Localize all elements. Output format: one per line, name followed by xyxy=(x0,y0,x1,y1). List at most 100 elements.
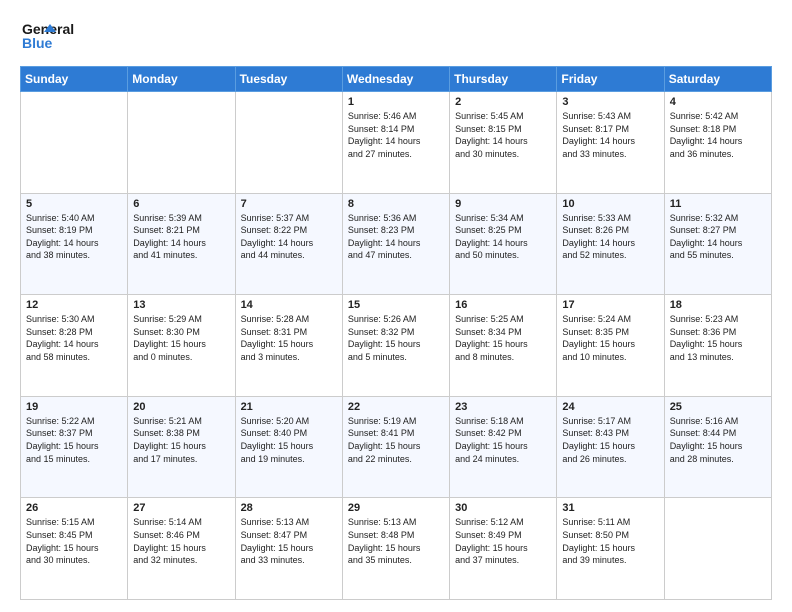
day-number: 29 xyxy=(348,502,444,514)
day-info: Sunrise: 5:24 AM Sunset: 8:35 PM Dayligh… xyxy=(562,313,658,363)
calendar-cell: 27 Sunrise: 5:14 AM Sunset: 8:46 PM Dayli… xyxy=(128,498,235,600)
day-of-week-header: Monday xyxy=(128,67,235,92)
day-number: 24 xyxy=(562,401,658,413)
day-number: 20 xyxy=(133,401,229,413)
calendar-cell: 18 Sunrise: 5:23 AM Sunset: 8:36 PM Dayli… xyxy=(664,295,771,397)
day-info: Sunrise: 5:16 AM Sunset: 8:44 PM Dayligh… xyxy=(670,415,766,465)
calendar-week-row: 5 Sunrise: 5:40 AM Sunset: 8:19 PM Daylig… xyxy=(21,193,772,295)
calendar-cell: 16 Sunrise: 5:25 AM Sunset: 8:34 PM Dayli… xyxy=(450,295,557,397)
day-info: Sunrise: 5:18 AM Sunset: 8:42 PM Dayligh… xyxy=(455,415,551,465)
calendar-cell: 5 Sunrise: 5:40 AM Sunset: 8:19 PM Daylig… xyxy=(21,193,128,295)
day-number: 18 xyxy=(670,299,766,311)
day-number: 4 xyxy=(670,96,766,108)
calendar-cell: 25Sunrise: 5:16 AM Sunset: 8:44 PM Dayli… xyxy=(664,396,771,498)
day-of-week-header: Sunday xyxy=(21,67,128,92)
calendar-cell: 24 Sunrise: 5:17 AM Sunset: 8:43 PM Dayli… xyxy=(557,396,664,498)
day-number: 13 xyxy=(133,299,229,311)
day-number: 26 xyxy=(26,502,122,514)
day-number: 3 xyxy=(562,96,658,108)
calendar-cell: 21 Sunrise: 5:20 AM Sunset: 8:40 PM Dayli… xyxy=(235,396,342,498)
calendar-cell: 3 Sunrise: 5:43 AM Sunset: 8:17 PM Daylig… xyxy=(557,92,664,194)
calendar-cell: 8 Sunrise: 5:36 AM Sunset: 8:23 PM Daylig… xyxy=(342,193,449,295)
calendar-week-row: 1 Sunrise: 5:46 AM Sunset: 8:14 PM Daylig… xyxy=(21,92,772,194)
day-number: 5 xyxy=(26,198,122,210)
day-number: 11 xyxy=(670,198,766,210)
day-info: Sunrise: 5:43 AM Sunset: 8:17 PM Dayligh… xyxy=(562,110,658,160)
day-info: Sunrise: 5:36 AM Sunset: 8:23 PM Dayligh… xyxy=(348,212,444,262)
day-info: Sunrise: 5:13 AM Sunset: 8:48 PM Dayligh… xyxy=(348,516,444,566)
calendar-cell xyxy=(664,498,771,600)
day-number: 16 xyxy=(455,299,551,311)
calendar-cell: 20 Sunrise: 5:21 AM Sunset: 8:38 PM Dayli… xyxy=(128,396,235,498)
day-of-week-header: Saturday xyxy=(664,67,771,92)
day-info: Sunrise: 5:14 AM Sunset: 8:46 PM Dayligh… xyxy=(133,516,229,566)
calendar-cell xyxy=(235,92,342,194)
day-number: 12 xyxy=(26,299,122,311)
day-number: 7 xyxy=(241,198,337,210)
calendar-cell: 17 Sunrise: 5:24 AM Sunset: 8:35 PM Dayli… xyxy=(557,295,664,397)
page: General Blue SundayMondayTuesdayWednesda… xyxy=(0,0,792,612)
calendar-cell: 2 Sunrise: 5:45 AM Sunset: 8:15 PM Daylig… xyxy=(450,92,557,194)
day-of-week-header: Thursday xyxy=(450,67,557,92)
day-info: Sunrise: 5:37 AM Sunset: 8:22 PM Dayligh… xyxy=(241,212,337,262)
calendar-cell: 14Sunrise: 5:28 AM Sunset: 8:31 PM Dayli… xyxy=(235,295,342,397)
calendar-header-row: SundayMondayTuesdayWednesdayThursdayFrid… xyxy=(21,67,772,92)
calendar-cell: 22 Sunrise: 5:19 AM Sunset: 8:41 PM Dayli… xyxy=(342,396,449,498)
day-info: Sunrise: 5:20 AM Sunset: 8:40 PM Dayligh… xyxy=(241,415,337,465)
day-info: Sunrise: 5:17 AM Sunset: 8:43 PM Dayligh… xyxy=(562,415,658,465)
day-number: 22 xyxy=(348,401,444,413)
calendar-cell: 19 Sunrise: 5:22 AM Sunset: 8:37 PM Dayli… xyxy=(21,396,128,498)
day-info: Sunrise: 5:12 AM Sunset: 8:49 PM Dayligh… xyxy=(455,516,551,566)
calendar-week-row: 19 Sunrise: 5:22 AM Sunset: 8:37 PM Dayli… xyxy=(21,396,772,498)
calendar-cell: 12 Sunrise: 5:30 AM Sunset: 8:28 PM Dayli… xyxy=(21,295,128,397)
day-number: 1 xyxy=(348,96,444,108)
calendar-cell: 7 Sunrise: 5:37 AM Sunset: 8:22 PM Daylig… xyxy=(235,193,342,295)
calendar-week-row: 12 Sunrise: 5:30 AM Sunset: 8:28 PM Dayli… xyxy=(21,295,772,397)
day-info: Sunrise: 5:29 AM Sunset: 8:30 PM Dayligh… xyxy=(133,313,229,363)
day-info: Sunrise: 5:40 AM Sunset: 8:19 PM Dayligh… xyxy=(26,212,122,262)
day-number: 8 xyxy=(348,198,444,210)
calendar-cell: 26 Sunrise: 5:15 AM Sunset: 8:45 PM Dayli… xyxy=(21,498,128,600)
day-info: Sunrise: 5:13 AM Sunset: 8:47 PM Dayligh… xyxy=(241,516,337,566)
day-info: Sunrise: 5:45 AM Sunset: 8:15 PM Dayligh… xyxy=(455,110,551,160)
day-info: Sunrise: 5:15 AM Sunset: 8:45 PM Dayligh… xyxy=(26,516,122,566)
calendar-cell: 31Sunrise: 5:11 AM Sunset: 8:50 PM Dayli… xyxy=(557,498,664,600)
day-info: Sunrise: 5:22 AM Sunset: 8:37 PM Dayligh… xyxy=(26,415,122,465)
day-of-week-header: Tuesday xyxy=(235,67,342,92)
calendar-table: SundayMondayTuesdayWednesdayThursdayFrid… xyxy=(20,66,772,600)
day-info: Sunrise: 5:42 AM Sunset: 8:18 PM Dayligh… xyxy=(670,110,766,160)
day-info: Sunrise: 5:39 AM Sunset: 8:21 PM Dayligh… xyxy=(133,212,229,262)
day-info: Sunrise: 5:28 AM Sunset: 8:31 PM Dayligh… xyxy=(241,313,337,363)
calendar-cell: 9 Sunrise: 5:34 AM Sunset: 8:25 PM Daylig… xyxy=(450,193,557,295)
calendar-cell: 1 Sunrise: 5:46 AM Sunset: 8:14 PM Daylig… xyxy=(342,92,449,194)
day-number: 30 xyxy=(455,502,551,514)
calendar-cell: 4 Sunrise: 5:42 AM Sunset: 8:18 PM Daylig… xyxy=(664,92,771,194)
day-number: 27 xyxy=(133,502,229,514)
calendar-week-row: 26 Sunrise: 5:15 AM Sunset: 8:45 PM Dayli… xyxy=(21,498,772,600)
calendar-cell: 28Sunrise: 5:13 AM Sunset: 8:47 PM Dayli… xyxy=(235,498,342,600)
calendar-cell: 15 Sunrise: 5:26 AM Sunset: 8:32 PM Dayli… xyxy=(342,295,449,397)
day-info: Sunrise: 5:32 AM Sunset: 8:27 PM Dayligh… xyxy=(670,212,766,262)
header: General Blue xyxy=(20,16,772,56)
day-number: 10 xyxy=(562,198,658,210)
day-number: 2 xyxy=(455,96,551,108)
day-number: 17 xyxy=(562,299,658,311)
day-info: Sunrise: 5:25 AM Sunset: 8:34 PM Dayligh… xyxy=(455,313,551,363)
day-number: 19 xyxy=(26,401,122,413)
svg-text:Blue: Blue xyxy=(22,35,53,51)
day-number: 9 xyxy=(455,198,551,210)
logo-icon: General Blue xyxy=(20,16,100,56)
calendar-cell xyxy=(21,92,128,194)
day-info: Sunrise: 5:23 AM Sunset: 8:36 PM Dayligh… xyxy=(670,313,766,363)
calendar-cell: 10Sunrise: 5:33 AM Sunset: 8:26 PM Dayli… xyxy=(557,193,664,295)
day-number: 21 xyxy=(241,401,337,413)
day-info: Sunrise: 5:30 AM Sunset: 8:28 PM Dayligh… xyxy=(26,313,122,363)
calendar-cell: 30 Sunrise: 5:12 AM Sunset: 8:49 PM Dayli… xyxy=(450,498,557,600)
day-number: 31 xyxy=(562,502,658,514)
day-info: Sunrise: 5:34 AM Sunset: 8:25 PM Dayligh… xyxy=(455,212,551,262)
day-info: Sunrise: 5:26 AM Sunset: 8:32 PM Dayligh… xyxy=(348,313,444,363)
day-info: Sunrise: 5:19 AM Sunset: 8:41 PM Dayligh… xyxy=(348,415,444,465)
day-info: Sunrise: 5:21 AM Sunset: 8:38 PM Dayligh… xyxy=(133,415,229,465)
day-info: Sunrise: 5:46 AM Sunset: 8:14 PM Dayligh… xyxy=(348,110,444,160)
day-number: 15 xyxy=(348,299,444,311)
